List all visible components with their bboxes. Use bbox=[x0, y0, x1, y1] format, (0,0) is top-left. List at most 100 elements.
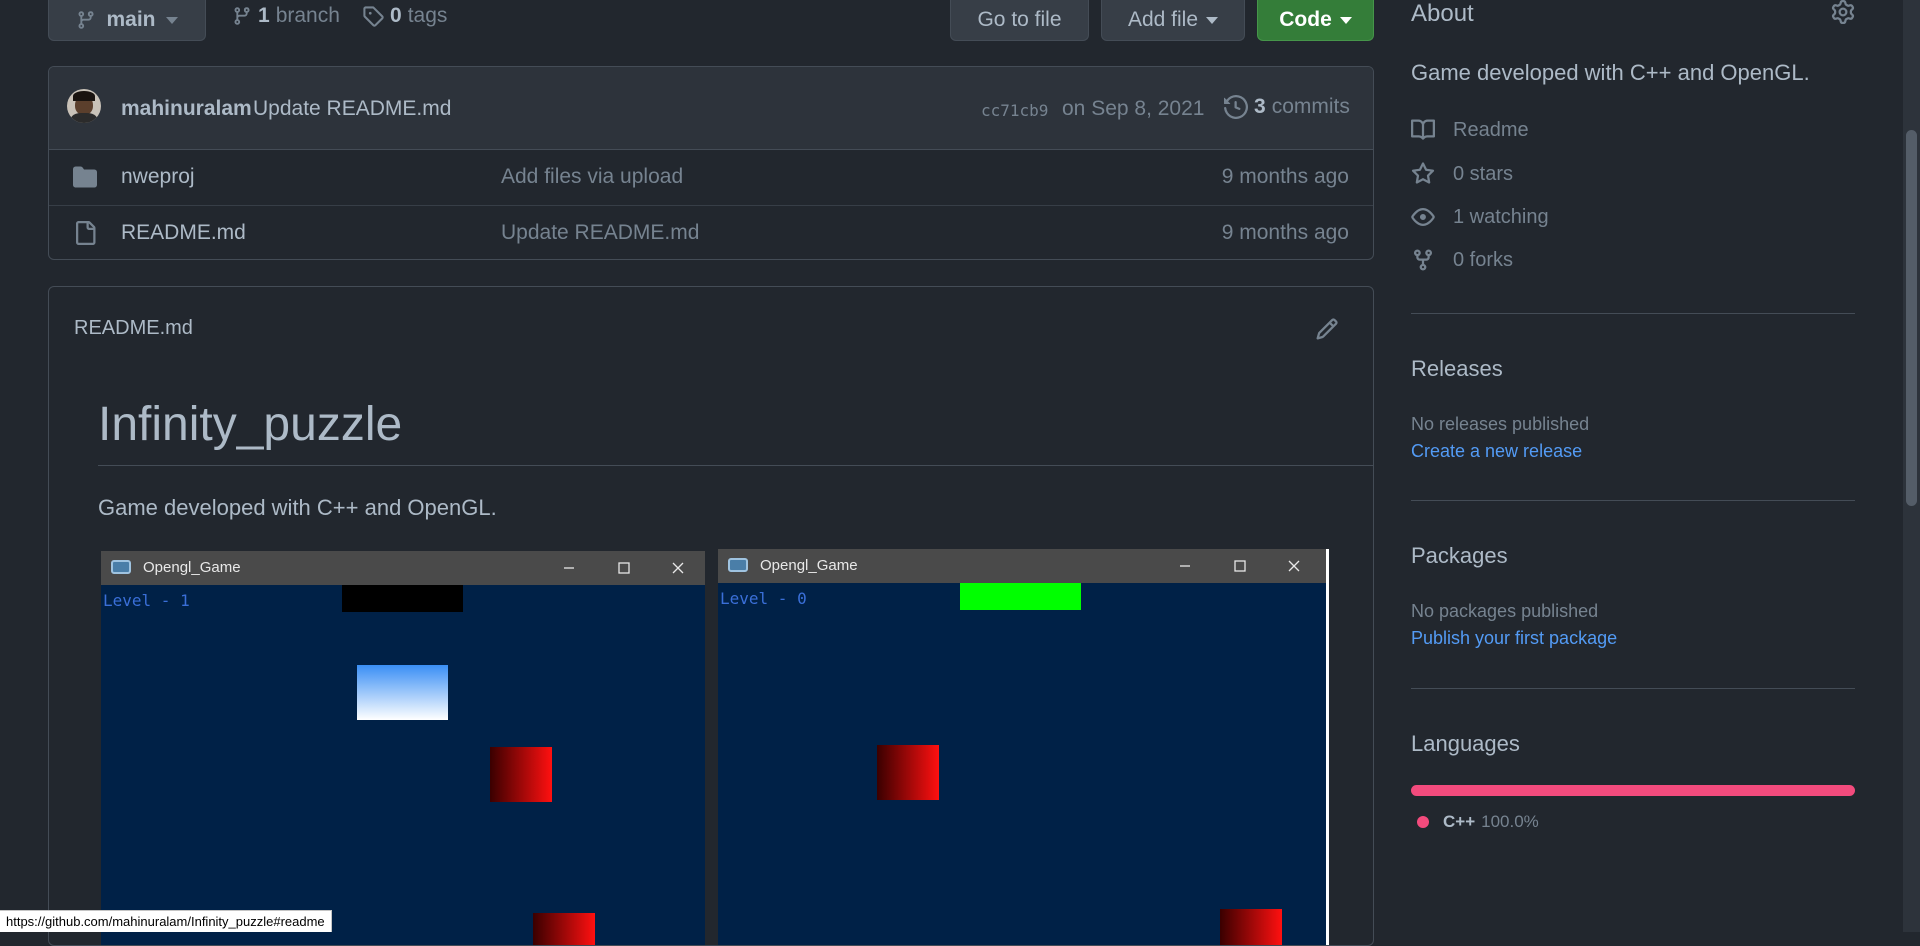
forks-label: 0 forks bbox=[1453, 248, 1514, 271]
scrollbar-thumb[interactable] bbox=[1906, 130, 1917, 506]
branches-label: branch bbox=[275, 4, 340, 27]
game-block-red bbox=[490, 747, 552, 802]
watching-link[interactable]: 1 watching bbox=[1411, 205, 1549, 229]
chevron-down-icon bbox=[1206, 16, 1219, 24]
pencil-icon[interactable] bbox=[1315, 317, 1339, 341]
folder-icon bbox=[73, 166, 97, 188]
commit-date: on Sep 8, 2021 bbox=[1062, 97, 1205, 120]
stars-link[interactable]: 0 stars bbox=[1411, 162, 1513, 186]
create-release-link[interactable]: Create a new release bbox=[1411, 441, 1582, 462]
branches-count: 1 bbox=[258, 4, 270, 27]
readme-filename: README.md bbox=[74, 317, 193, 339]
close-icon bbox=[672, 562, 684, 574]
stars-label: 0 stars bbox=[1453, 162, 1514, 185]
readme-title: Infinity_puzzle bbox=[98, 398, 403, 451]
game-screenshot: Opengl_Game Level - 1 bbox=[101, 551, 705, 945]
commit-message[interactable]: Update README.md bbox=[253, 97, 451, 121]
level-indicator: Level - 0 bbox=[720, 589, 807, 608]
commit-sha[interactable]: cc71cb9 bbox=[981, 101, 1048, 120]
maximize-icon bbox=[1234, 560, 1246, 572]
sidebar-divider bbox=[1411, 313, 1855, 314]
app-icon bbox=[111, 560, 131, 574]
packages-empty-text: No packages published bbox=[1411, 601, 1599, 621]
add-file-button[interactable]: Add file bbox=[1101, 0, 1245, 41]
branch-name: main bbox=[106, 8, 156, 31]
commits-link[interactable]: 3 commits bbox=[1224, 95, 1350, 119]
add-file-label: Add file bbox=[1127, 8, 1199, 31]
file-name[interactable]: nweproj bbox=[121, 165, 195, 189]
file-row[interactable]: nweproj Add files via upload 9 months ag… bbox=[49, 150, 1373, 206]
commits-label: commits bbox=[1271, 95, 1350, 118]
game-block-blue bbox=[357, 665, 448, 720]
commit-author[interactable]: mahinuralam bbox=[121, 97, 252, 121]
go-to-file-button[interactable]: Go to file bbox=[950, 0, 1089, 41]
forks-link[interactable]: 0 forks bbox=[1411, 248, 1513, 272]
readme-title-divider bbox=[98, 465, 1373, 466]
releases-empty-text: No releases published bbox=[1411, 414, 1590, 434]
languages-heading: Languages bbox=[1411, 731, 1520, 756]
commits-count: 3 bbox=[1254, 95, 1266, 118]
file-age: 9 months ago bbox=[1221, 165, 1349, 188]
git-branch-icon bbox=[78, 11, 94, 29]
game-screenshot: Opengl_Game Level - 0 bbox=[718, 549, 1329, 945]
page-scrollbar[interactable] bbox=[1903, 0, 1920, 932]
star-icon bbox=[1411, 162, 1435, 184]
branches-link[interactable]: 1 branch bbox=[232, 4, 340, 28]
minimize-icon bbox=[564, 567, 574, 569]
chevron-down-icon bbox=[1339, 16, 1352, 24]
chevron-down-icon bbox=[165, 16, 178, 24]
readme-description: Game developed with C++ and OpenGL. bbox=[98, 495, 497, 520]
link-status-bar: https://github.com/mahinuralam/Infinity_… bbox=[0, 910, 332, 932]
readme-link[interactable]: Readme bbox=[1411, 118, 1529, 142]
packages-heading[interactable]: Packages bbox=[1411, 543, 1508, 569]
level-indicator: Level - 1 bbox=[103, 591, 190, 610]
sidebar-divider bbox=[1411, 688, 1855, 689]
maximize-icon bbox=[618, 562, 630, 574]
tags-link[interactable]: 0 tags bbox=[362, 4, 447, 28]
avatar[interactable] bbox=[67, 89, 101, 123]
language-name: C++ bbox=[1443, 812, 1476, 831]
releases-heading[interactable]: Releases bbox=[1411, 356, 1503, 382]
branch-select-button[interactable]: main bbox=[48, 0, 206, 41]
window-title: Opengl_Game bbox=[760, 557, 858, 574]
about-description: Game developed with C++ and OpenGL. bbox=[1411, 60, 1810, 85]
about-heading: About bbox=[1411, 0, 1474, 27]
eye-icon bbox=[1411, 208, 1435, 226]
close-icon bbox=[1288, 560, 1300, 572]
language-item-cpp[interactable]: C++ 100.0% bbox=[1417, 812, 1539, 832]
file-name[interactable]: README.md bbox=[121, 221, 246, 245]
file-commit-message[interactable]: Add files via upload bbox=[501, 165, 683, 189]
language-bar-cpp bbox=[1411, 785, 1855, 796]
window-title: Opengl_Game bbox=[143, 559, 241, 576]
code-button[interactable]: Code bbox=[1257, 0, 1374, 41]
language-percent: 100.0% bbox=[1481, 812, 1539, 831]
game-block-red bbox=[1220, 909, 1282, 945]
language-bar bbox=[1411, 785, 1855, 796]
language-dot bbox=[1417, 816, 1429, 828]
book-icon bbox=[1411, 119, 1435, 140]
game-block-black bbox=[342, 585, 463, 612]
file-age: 9 months ago bbox=[1221, 221, 1349, 244]
minimize-icon bbox=[1180, 565, 1190, 567]
file-browser: mahinuralam Update README.md cc71cb9 on … bbox=[48, 66, 1374, 260]
latest-commit-bar: mahinuralam Update README.md cc71cb9 on … bbox=[49, 67, 1373, 150]
file-icon bbox=[76, 221, 96, 245]
tag-icon bbox=[363, 6, 384, 27]
game-block-green bbox=[960, 583, 1081, 610]
readme-label: Readme bbox=[1453, 118, 1529, 141]
file-row[interactable]: README.md Update README.md 9 months ago bbox=[49, 206, 1373, 259]
tags-count: 0 bbox=[390, 4, 402, 27]
watching-label: 1 watching bbox=[1453, 205, 1549, 228]
file-commit-message[interactable]: Update README.md bbox=[501, 221, 699, 245]
history-icon bbox=[1224, 95, 1248, 119]
publish-package-link[interactable]: Publish your first package bbox=[1411, 628, 1617, 649]
readme-panel: README.md Infinity_puzzle Game developed… bbox=[48, 286, 1374, 946]
game-block-red bbox=[877, 745, 939, 800]
git-branch-icon bbox=[234, 7, 250, 25]
code-label: Code bbox=[1279, 8, 1332, 31]
fork-icon bbox=[1414, 249, 1432, 271]
gear-icon[interactable] bbox=[1831, 0, 1855, 24]
game-block-red bbox=[533, 913, 595, 945]
window-titlebar: Opengl_Game bbox=[718, 549, 1326, 583]
app-icon bbox=[728, 558, 748, 572]
